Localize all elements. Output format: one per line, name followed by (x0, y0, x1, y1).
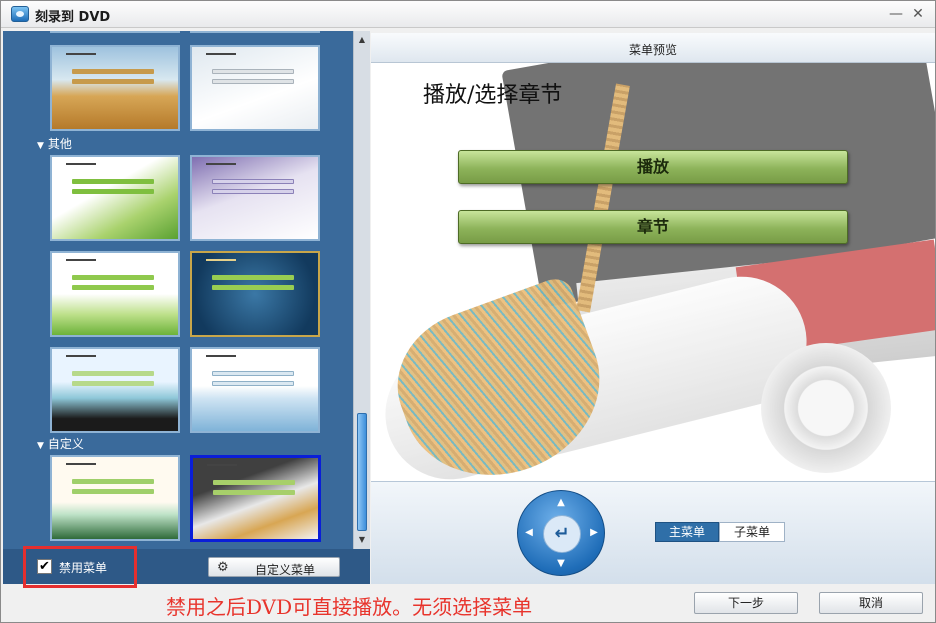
template-thumbnail[interactable] (50, 45, 180, 131)
enter-icon[interactable]: ↵ (543, 515, 581, 553)
gear-icon: ⚙ (217, 560, 229, 575)
template-thumbnail[interactable] (50, 347, 180, 433)
scrollbar-thumb[interactable] (357, 413, 367, 531)
template-thumbnail[interactable] (50, 251, 180, 337)
window-title: 刻录到 DVD (35, 10, 111, 25)
preview-header: 菜单预览 (371, 33, 935, 63)
arrow-up-icon[interactable]: ▲ (555, 497, 567, 509)
next-button[interactable]: 下一步 (694, 592, 798, 614)
arrow-right-icon[interactable]: ▶ (588, 527, 600, 539)
custom-menu-button-label: 自定义菜单 (255, 563, 316, 577)
template-thumbnail[interactable] (50, 155, 180, 241)
preview-menu-title: 播放/选择章节 (423, 83, 563, 108)
cancel-button[interactable]: 取消 (819, 592, 923, 614)
template-thumbnail[interactable] (190, 155, 320, 241)
arrow-down-icon[interactable]: ▼ (555, 558, 567, 570)
scroll-up-arrow-icon[interactable]: ▲ (355, 33, 369, 47)
minimize-button[interactable]: — (887, 5, 905, 23)
template-list-scrollbar[interactable]: ▲ ▼ (353, 31, 370, 549)
navigation-dpad[interactable]: ▲ ▼ ◀ ▶ ↵ (517, 490, 605, 576)
group-label: 其他 (47, 137, 72, 151)
burn-dvd-window: 刻录到 DVD — ✕ ▼ 其他 ▼ 自定义 ▲ ▼ ✔ 禁用菜单 ⚙ 自定义菜… (0, 0, 936, 623)
dvd-app-icon (11, 6, 29, 22)
tab-main-menu[interactable]: 主菜单 (655, 522, 719, 542)
custom-menu-button[interactable]: ⚙ 自定义菜单 (208, 557, 340, 577)
scroll-down-arrow-icon[interactable]: ▼ (355, 533, 369, 547)
template-thumbnail[interactable] (50, 455, 180, 541)
group-label: 自定义 (47, 437, 84, 451)
template-thumbnail[interactable] (190, 347, 320, 433)
hint-text: 禁用之后DVD可直接播放。无须选择菜单 (166, 595, 533, 619)
title-bar: 刻录到 DVD — ✕ (1, 1, 935, 28)
template-thumbnail[interactable] (190, 31, 320, 33)
arrow-left-icon[interactable]: ◀ (523, 527, 535, 539)
background-overlay (371, 63, 935, 481)
group-header-custom[interactable]: ▼ 自定义 (37, 435, 84, 452)
preview-play-button[interactable]: 播放 (458, 150, 848, 184)
template-thumbnail-selected[interactable] (190, 455, 321, 542)
template-thumbnail[interactable] (50, 31, 180, 33)
close-button[interactable]: ✕ (909, 5, 927, 23)
preview-chapters-button[interactable]: 章节 (458, 210, 848, 244)
collapse-triangle-icon: ▼ (37, 441, 44, 451)
template-panel: ▼ 其他 ▼ 自定义 ▲ ▼ ✔ 禁用菜单 ⚙ 自定义菜单 (3, 31, 370, 588)
template-thumbnail[interactable] (190, 251, 320, 337)
annotation-highlight-box (23, 546, 137, 588)
preview-header-label: 菜单预览 (628, 43, 677, 57)
tab-sub-menu[interactable]: 子菜单 (719, 522, 785, 542)
preview-controls: ▲ ▼ ◀ ▶ ↵ 主菜单 子菜单 (371, 481, 935, 584)
group-header-other[interactable]: ▼ 其他 (37, 135, 72, 152)
collapse-triangle-icon: ▼ (37, 141, 44, 151)
template-list: ▼ 其他 ▼ 自定义 (3, 31, 353, 549)
menu-preview: 播放/选择章节 播放 章节 (371, 63, 935, 481)
template-thumbnail[interactable] (190, 45, 320, 131)
